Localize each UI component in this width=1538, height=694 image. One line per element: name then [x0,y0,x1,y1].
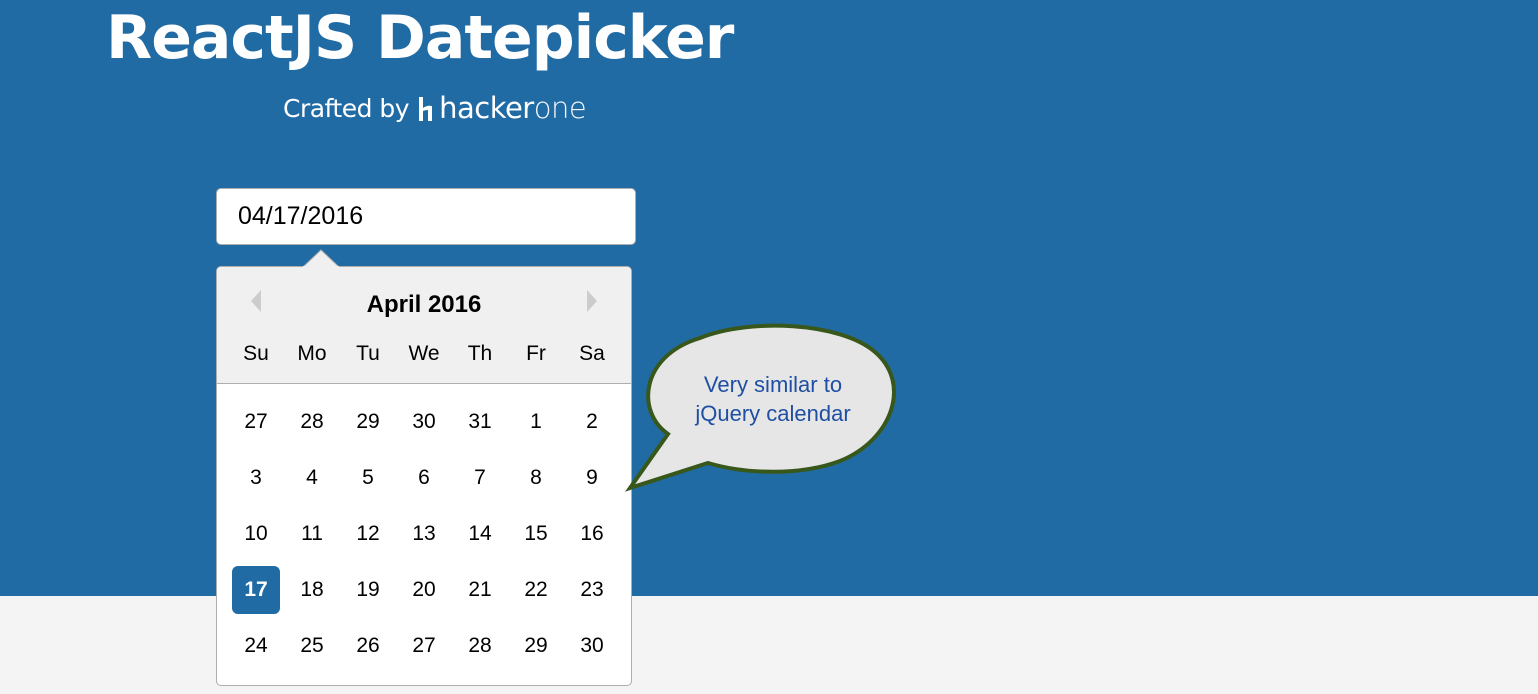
calendar-day[interactable]: 2 [568,398,616,446]
calendar-day[interactable]: 16 [568,510,616,558]
calendar-day[interactable]: 29 [344,398,392,446]
calendar-day[interactable]: 26 [344,622,392,670]
next-month-button[interactable] [578,289,606,313]
calendar-day[interactable]: 27 [232,398,280,446]
calendar-day[interactable]: 10 [232,510,280,558]
calendar-day[interactable]: 19 [344,566,392,614]
weekday-header: We [408,342,440,365]
calendar-day[interactable]: 15 [512,510,560,558]
calendar-day[interactable]: 28 [456,622,504,670]
calendar-day[interactable]: 28 [288,398,336,446]
calendar-day[interactable]: 24 [232,622,280,670]
calendar-day[interactable]: 13 [400,510,448,558]
brand-text-hacker: hacker [439,91,534,125]
calendar-day[interactable]: 1 [512,398,560,446]
hackerone-mark-icon [419,97,433,121]
crafted-by-text: Crafted by [283,93,410,123]
calendar-day[interactable]: 27 [400,622,448,670]
chevron-right-icon [587,290,597,312]
callout-line-1: Very similar to [703,372,843,397]
calendar-day[interactable]: 4 [288,454,336,502]
weekday-header: Mo [297,342,327,365]
crafted-by-line: Crafted by hacker one [283,88,587,128]
brand-text-one: one [533,91,587,125]
calendar-day[interactable]: 8 [512,454,560,502]
callout-line-2: jQuery calendar [695,401,851,426]
calendar-day-selected[interactable]: 17 [232,566,280,614]
popup-pointer [303,249,339,267]
calendar-day[interactable]: 30 [400,398,448,446]
calendar-day[interactable]: 3 [232,454,280,502]
weekday-header: Fr [526,342,546,365]
calendar-day[interactable]: 25 [288,622,336,670]
calendar-day[interactable]: 23 [568,566,616,614]
calendar-day[interactable]: 29 [512,622,560,670]
calendar-day[interactable]: 9 [568,454,616,502]
current-month-label: April 2016 [366,291,482,318]
calendar-day[interactable]: 5 [344,454,392,502]
weekday-header: Tu [356,342,380,365]
weekday-header: Th [467,342,493,365]
calendar-day[interactable]: 21 [456,566,504,614]
calendar-day[interactable]: 11 [288,510,336,558]
calendar-day[interactable]: 6 [400,454,448,502]
datepicker-popup: April 2016 Su Mo Tu We Th Fr Sa 27 28 29… [216,249,632,686]
calendar-day[interactable]: 22 [512,566,560,614]
calendar-day[interactable]: 12 [344,510,392,558]
calendar-day[interactable]: 30 [568,622,616,670]
calendar-day[interactable]: 14 [456,510,504,558]
weekday-header: Su [243,342,269,365]
callout-text: Very similar to jQuery calendar [649,370,897,428]
hackerone-logo: hacker one [418,91,587,125]
calendar-day[interactable]: 31 [456,398,504,446]
datepicker-header: April 2016 Su Mo Tu We Th Fr Sa [217,267,631,384]
page-title: ReactJS Datepicker [106,3,734,73]
calendar-day[interactable]: 7 [456,454,504,502]
weekday-header: Sa [579,342,605,365]
calendar-day[interactable]: 20 [400,566,448,614]
date-input[interactable] [216,188,636,245]
calendar-day[interactable]: 18 [288,566,336,614]
